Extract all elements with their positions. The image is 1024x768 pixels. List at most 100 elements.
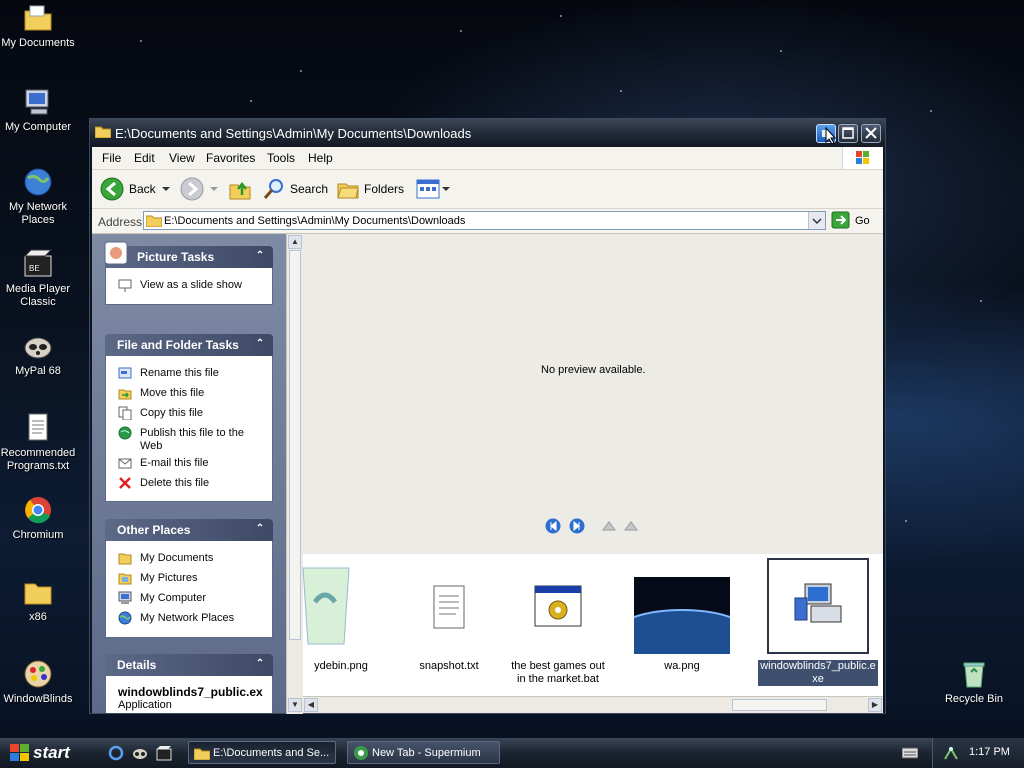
clock[interactable]: 1:17 PM bbox=[969, 746, 1010, 758]
filmstrip-item[interactable]: ydebin.png bbox=[293, 558, 389, 673]
desktop-icon-my-computer[interactable]: My Computer bbox=[0, 86, 76, 134]
filmstrip-item[interactable]: wa.png bbox=[611, 558, 753, 673]
details-filetype: Application bbox=[118, 699, 172, 711]
picture-tasks-body: View as a slide show bbox=[105, 268, 273, 305]
other-places-header[interactable]: Other Places ⌃ bbox=[105, 519, 273, 541]
title-bar[interactable]: E:\Documents and Settings\Admin\My Docum… bbox=[90, 119, 885, 147]
recycle-bin-icon bbox=[958, 658, 990, 690]
collapse-chevron-icon[interactable]: ⌃ bbox=[253, 657, 267, 671]
go-arrow-icon bbox=[831, 211, 850, 229]
installer-icon bbox=[767, 558, 869, 654]
up-folder-button[interactable] bbox=[228, 177, 252, 201]
task-label: Move this file bbox=[140, 387, 205, 399]
maximize-button[interactable] bbox=[838, 124, 858, 143]
other-places-title: Other Places bbox=[117, 523, 191, 537]
rotate-counterclockwise-button[interactable] bbox=[623, 518, 639, 534]
desktop-icon-windowblinds[interactable]: WindowBlinds bbox=[0, 658, 76, 706]
menu-edit[interactable]: Edit bbox=[134, 151, 155, 165]
search-button[interactable]: Search bbox=[262, 177, 330, 201]
scroll-right-arrow-icon[interactable]: ▶ bbox=[868, 698, 882, 712]
desktop-icon-mypal[interactable]: MyPal 68 bbox=[0, 330, 76, 378]
email-icon bbox=[118, 458, 132, 469]
keyboard-icon[interactable] bbox=[901, 747, 919, 762]
menu-view[interactable]: View bbox=[169, 151, 195, 165]
filmstrip-caption: the best games out in the market.bat bbox=[511, 660, 605, 685]
filmstrip-item-selected[interactable]: windowblinds7_public.exe bbox=[758, 558, 878, 686]
collapse-chevron-icon[interactable]: ⌃ bbox=[253, 522, 267, 536]
details-body: windowblinds7_public.ex Application bbox=[105, 676, 273, 713]
details-header[interactable]: Details ⌃ bbox=[105, 654, 273, 676]
start-button[interactable]: start bbox=[0, 738, 96, 768]
folders-button[interactable]: Folders bbox=[336, 177, 406, 201]
quicklaunch-media-player-icon[interactable] bbox=[156, 745, 172, 764]
chevron-down-icon bbox=[442, 187, 450, 191]
scroll-left-arrow-icon[interactable]: ◀ bbox=[304, 698, 318, 712]
filmstrip-caption: ydebin.png bbox=[314, 660, 368, 672]
task-pane: Picture Tasks ⌃ View as a slide show Fil… bbox=[92, 234, 286, 713]
rotate-clockwise-button[interactable] bbox=[601, 518, 617, 534]
menu-favorites[interactable]: Favorites bbox=[206, 151, 255, 165]
filmstrip-view: No preview available. ydebin.png snapsho… bbox=[302, 234, 883, 696]
explorer-window: E:\Documents and Settings\Admin\My Docum… bbox=[89, 118, 886, 714]
maximize-icon bbox=[842, 127, 854, 139]
scroll-up-arrow-icon[interactable]: ▲ bbox=[288, 235, 302, 249]
next-image-button[interactable] bbox=[569, 518, 585, 534]
publish-web-icon bbox=[118, 426, 132, 440]
filmstrip-item[interactable]: snapshot.txt bbox=[401, 558, 497, 673]
desktop-icon-x86[interactable]: x86 bbox=[0, 576, 76, 624]
forward-button[interactable] bbox=[180, 177, 220, 201]
file-folder-tasks-panel: File and Folder Tasks ⌃ Rename this file… bbox=[105, 334, 273, 502]
previous-image-button[interactable] bbox=[545, 518, 561, 534]
copy-icon bbox=[118, 406, 132, 420]
desktop-icon-recommended-programs[interactable]: Recommended Programs.txt bbox=[0, 412, 76, 473]
desktop-icon-media-player-classic[interactable]: BE Media Player Classic bbox=[0, 248, 76, 309]
desktop-icon-chromium[interactable]: Chromium bbox=[0, 494, 76, 542]
desktop-icon-my-network-places[interactable]: My Network Places bbox=[0, 166, 76, 227]
desktop-icon-label: My Network Places bbox=[8, 201, 68, 226]
quicklaunch-mypal-icon[interactable] bbox=[132, 745, 148, 764]
delete-icon bbox=[119, 477, 131, 489]
start-label: start bbox=[33, 743, 70, 762]
chevron-down-icon bbox=[210, 187, 218, 191]
desktop-icon-label: Recommended Programs.txt bbox=[0, 447, 76, 472]
forward-arrow-icon bbox=[180, 177, 204, 201]
search-icon bbox=[263, 179, 283, 199]
scroll-thumb[interactable] bbox=[732, 699, 827, 711]
menu-help[interactable]: Help bbox=[308, 151, 333, 165]
filmstrip: ydebin.png snapshot.txt the best games o… bbox=[302, 554, 883, 696]
task-label: Delete this file bbox=[140, 477, 210, 489]
computer-icon bbox=[118, 591, 132, 604]
menu-tools[interactable]: Tools bbox=[267, 151, 295, 165]
details-filename: windowblinds7_public.ex bbox=[118, 685, 263, 699]
menu-file[interactable]: File bbox=[102, 151, 121, 165]
back-button[interactable]: Back bbox=[100, 177, 172, 201]
desktop-icon-my-documents[interactable]: My Documents bbox=[0, 2, 76, 50]
picture-tasks-header[interactable]: Picture Tasks ⌃ bbox=[104, 241, 273, 268]
text-file-icon bbox=[401, 558, 497, 654]
filmstrip-scrollbar[interactable]: ◀ ▶ bbox=[303, 696, 883, 713]
close-button[interactable] bbox=[861, 124, 881, 143]
desktop-icon-recycle-bin[interactable]: Recycle Bin bbox=[936, 658, 1012, 706]
file-folder-tasks-header[interactable]: File and Folder Tasks ⌃ bbox=[105, 334, 273, 356]
address-input[interactable]: E:\Documents and Settings\Admin\My Docum… bbox=[143, 211, 826, 230]
network-tray-icon[interactable] bbox=[943, 745, 959, 764]
quicklaunch-ie-icon[interactable] bbox=[108, 745, 124, 764]
filmstrip-caption: snapshot.txt bbox=[419, 660, 479, 672]
scroll-down-arrow-icon[interactable]: ▼ bbox=[288, 698, 302, 712]
address-dropdown-button[interactable] bbox=[808, 212, 825, 229]
task-label: Publish this file to the Web bbox=[140, 427, 244, 452]
go-button[interactable]: Go bbox=[831, 211, 881, 230]
filmstrip-item[interactable]: the best games out in the market.bat bbox=[510, 558, 606, 686]
close-icon bbox=[865, 127, 877, 139]
taskbar-button-explorer[interactable]: E:\Documents and Se... bbox=[188, 741, 336, 764]
chevron-down-icon bbox=[812, 218, 822, 225]
network-globe-icon bbox=[118, 611, 132, 625]
collapse-chevron-icon[interactable]: ⌃ bbox=[253, 337, 267, 351]
task-label: E-mail this file bbox=[140, 457, 209, 469]
views-icon bbox=[416, 179, 440, 199]
collapse-chevron-icon[interactable]: ⌃ bbox=[253, 249, 267, 263]
views-button[interactable] bbox=[416, 177, 450, 201]
place-label: My Computer bbox=[140, 592, 207, 604]
taskbar-button-supermium[interactable]: New Tab - Supermium bbox=[347, 741, 500, 764]
svg-text:BE: BE bbox=[29, 264, 40, 273]
